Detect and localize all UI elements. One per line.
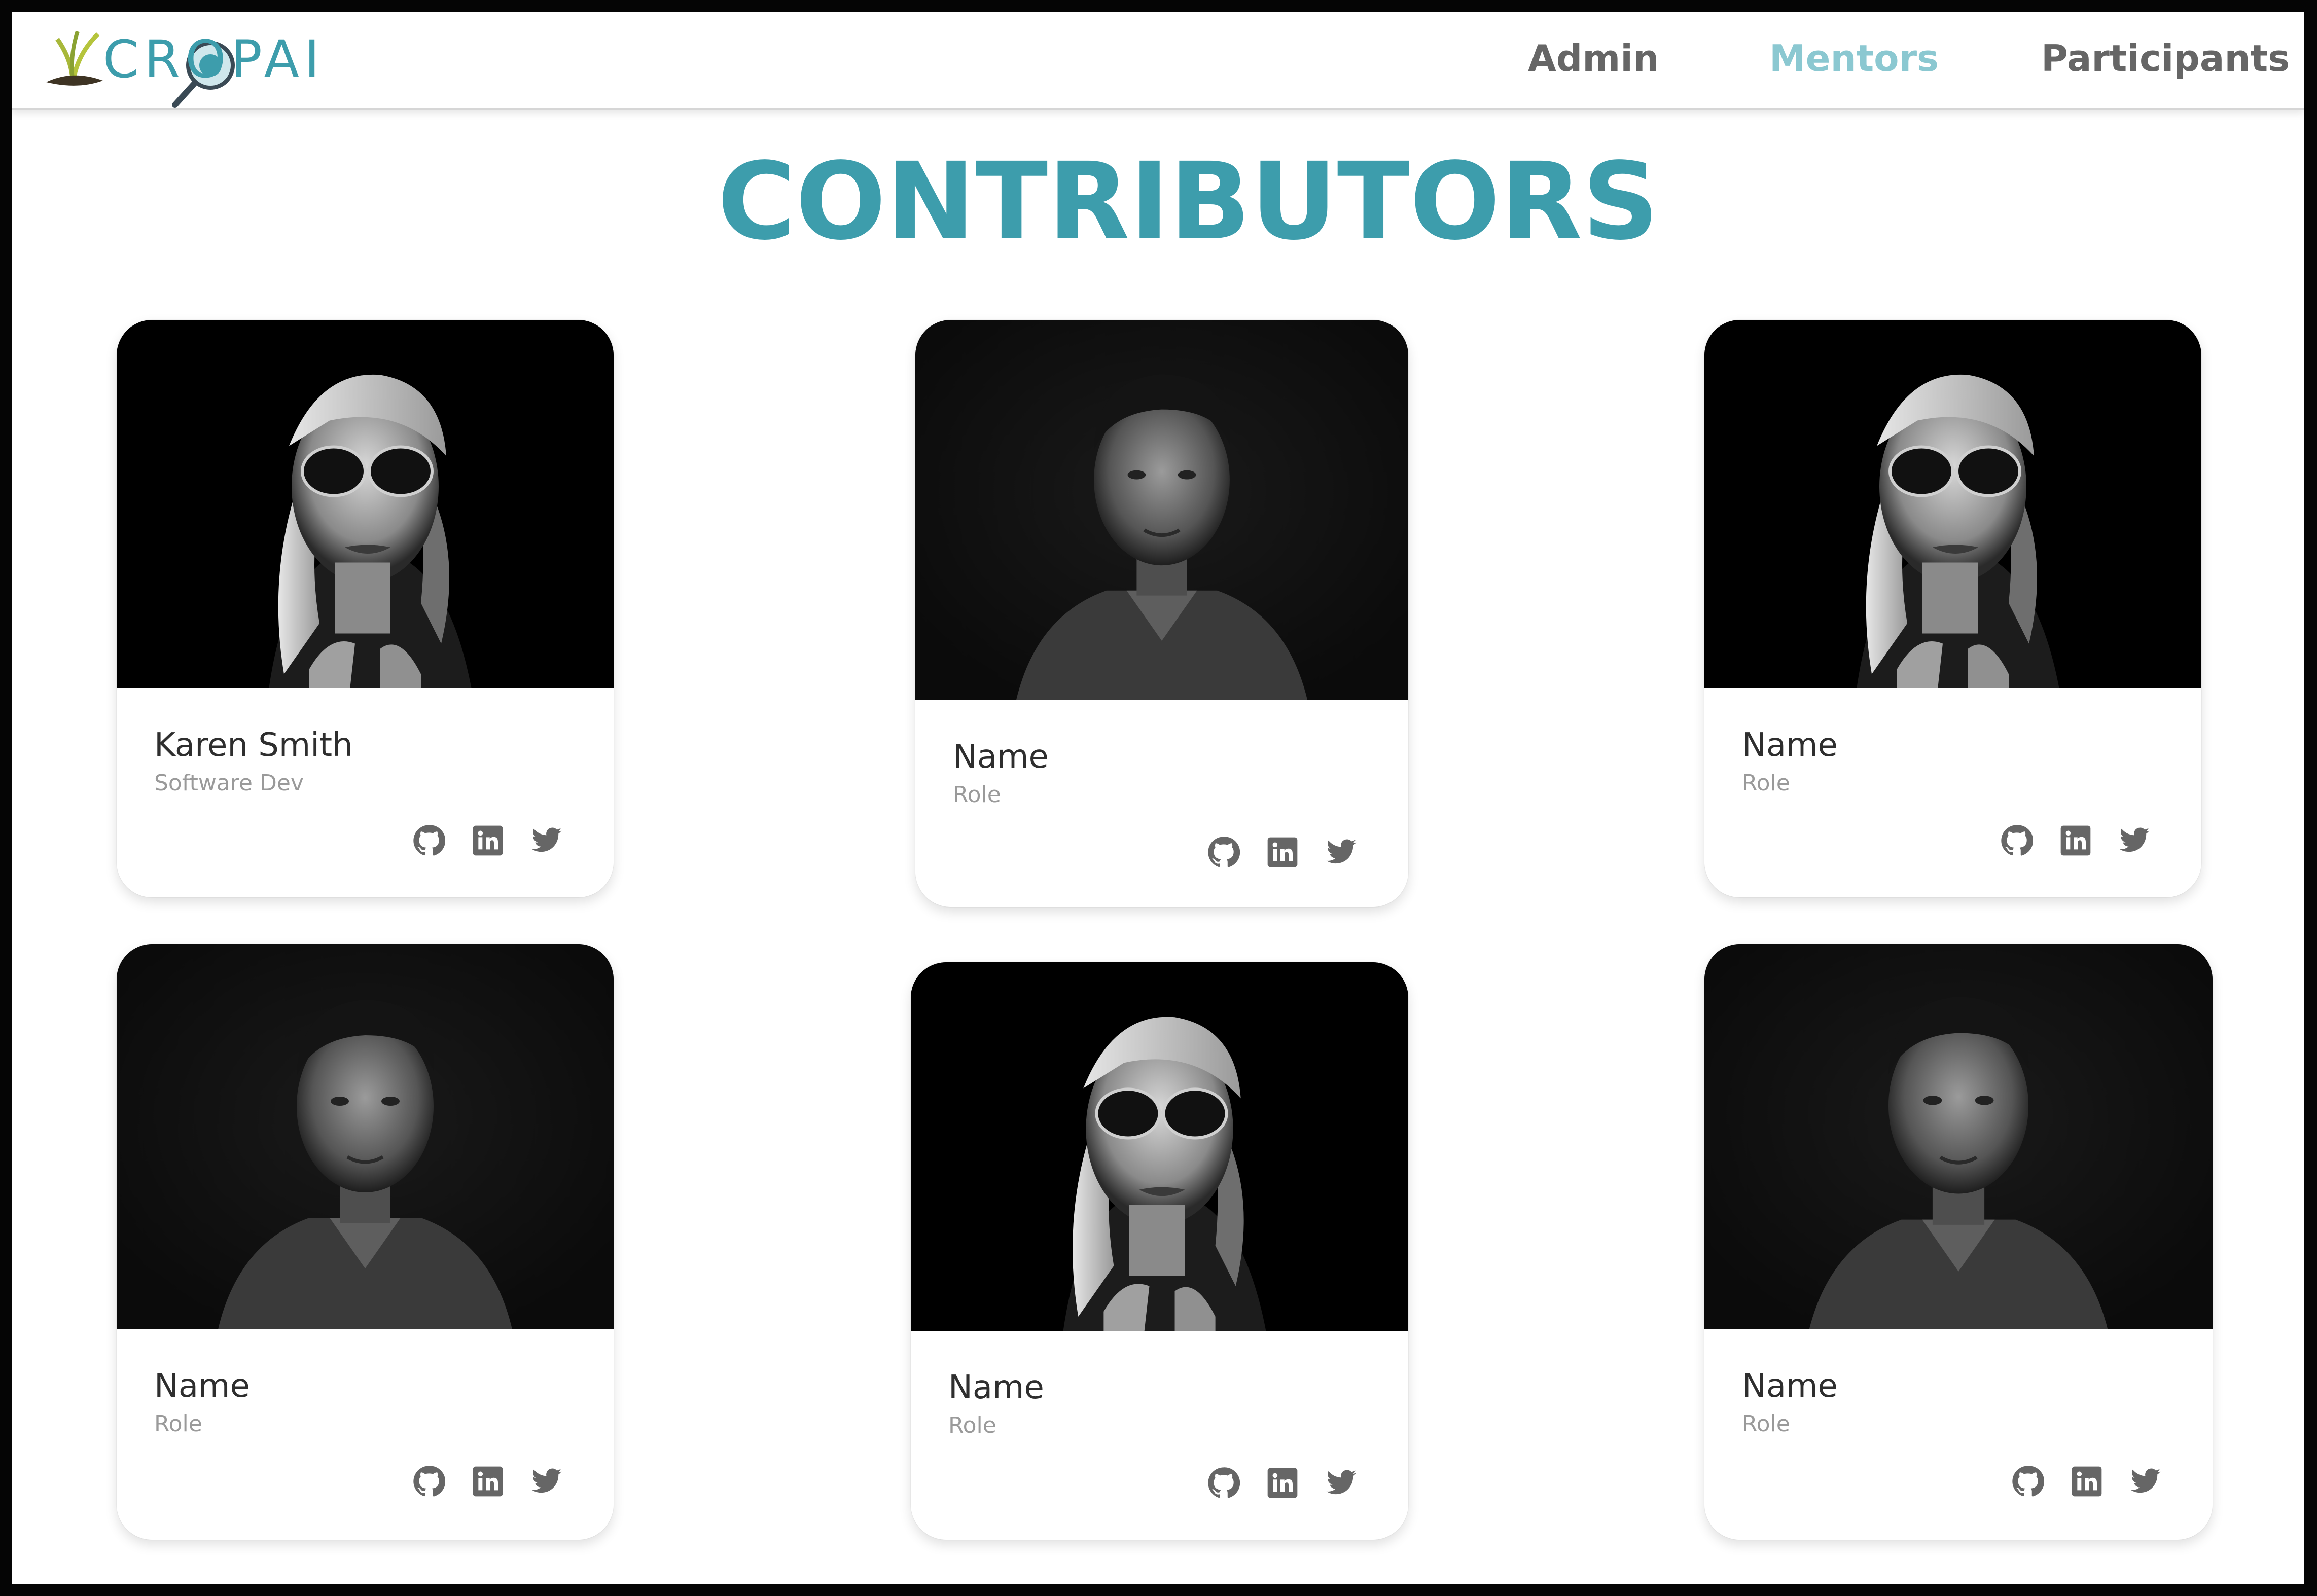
contributor-role: Software Dev xyxy=(154,770,304,796)
navbar: CROPAI Admin Mentors Participants xyxy=(12,12,2304,110)
github-icon[interactable] xyxy=(413,1465,445,1498)
man-portrait-image xyxy=(117,944,614,1329)
contributor-photo xyxy=(117,320,614,688)
twitter-icon[interactable] xyxy=(530,824,563,857)
woman-portrait-image xyxy=(1704,320,2201,688)
social-links xyxy=(1207,1467,1358,1499)
contributor-name: Name xyxy=(154,1367,250,1405)
social-links xyxy=(2012,1465,2162,1498)
linkedin-icon[interactable] xyxy=(2059,824,2092,857)
man-portrait-image xyxy=(915,320,1408,700)
github-icon[interactable] xyxy=(2012,1465,2044,1498)
nav-admin[interactable]: Admin xyxy=(1528,40,1659,77)
contributor-name: Name xyxy=(1742,727,1838,764)
twitter-icon[interactable] xyxy=(2129,1465,2162,1498)
contributor-role: Role xyxy=(1742,1411,1790,1437)
github-icon[interactable] xyxy=(2001,824,2033,857)
woman-portrait-image xyxy=(117,320,614,688)
logo[interactable]: CROPAI xyxy=(42,19,326,115)
contributor-role: Role xyxy=(948,1412,996,1438)
social-links xyxy=(1207,836,1358,868)
twitter-icon[interactable] xyxy=(1325,1467,1358,1499)
contributor-name: Name xyxy=(953,738,1049,776)
social-links xyxy=(413,1465,563,1498)
linkedin-icon[interactable] xyxy=(2071,1465,2103,1498)
social-links xyxy=(2001,824,2151,857)
contributor-card: Name Role xyxy=(915,320,1408,907)
contributor-name: Name xyxy=(948,1369,1044,1406)
twitter-icon[interactable] xyxy=(2118,824,2151,857)
logo-text: CROPAI xyxy=(103,29,325,90)
contributor-photo xyxy=(915,320,1408,700)
nav-mentors[interactable]: Mentors xyxy=(1769,40,1939,77)
twitter-icon[interactable] xyxy=(1325,836,1358,868)
contributor-photo xyxy=(1704,320,2201,688)
contributor-photo xyxy=(911,962,1408,1331)
contributor-info: Name Role xyxy=(1704,1329,2213,1540)
contributor-photo xyxy=(1704,944,2213,1329)
contributor-info: Name Role xyxy=(117,1329,614,1540)
linkedin-icon[interactable] xyxy=(1266,1467,1299,1499)
man-portrait-image xyxy=(1704,944,2213,1329)
contributor-role: Role xyxy=(154,1411,202,1437)
contributor-info: Name Role xyxy=(915,700,1408,907)
contributor-card: Karen Smith Software Dev xyxy=(117,320,614,897)
woman-portrait-image xyxy=(911,962,1408,1331)
linkedin-icon[interactable] xyxy=(1266,836,1299,868)
contributor-role: Role xyxy=(1742,770,1790,796)
contributor-info: Name Role xyxy=(911,1331,1408,1540)
contributor-role: Role xyxy=(953,782,1001,808)
contributor-card: Name Role xyxy=(1704,320,2201,897)
page: CROPAI Admin Mentors Participants CONTRI… xyxy=(12,12,2304,1584)
twitter-icon[interactable] xyxy=(530,1465,563,1498)
linkedin-icon[interactable] xyxy=(472,824,504,857)
nav-participants[interactable]: Participants xyxy=(2041,40,2290,77)
contributor-photo xyxy=(117,944,614,1329)
github-icon[interactable] xyxy=(413,824,445,857)
contributor-info: Karen Smith Software Dev xyxy=(117,688,614,897)
linkedin-icon[interactable] xyxy=(472,1465,504,1498)
contributor-card: Name Role xyxy=(911,962,1408,1540)
contributor-card: Name Role xyxy=(1704,944,2213,1540)
contributor-card: Name Role xyxy=(117,944,614,1540)
contributor-name: Karen Smith xyxy=(154,727,353,764)
social-links xyxy=(413,824,563,857)
github-icon[interactable] xyxy=(1207,836,1240,868)
page-title: CONTRIBUTORS xyxy=(717,139,1659,264)
contributor-name: Name xyxy=(1742,1367,1838,1405)
github-icon[interactable] xyxy=(1207,1467,1240,1499)
contributor-info: Name Role xyxy=(1704,688,2201,897)
